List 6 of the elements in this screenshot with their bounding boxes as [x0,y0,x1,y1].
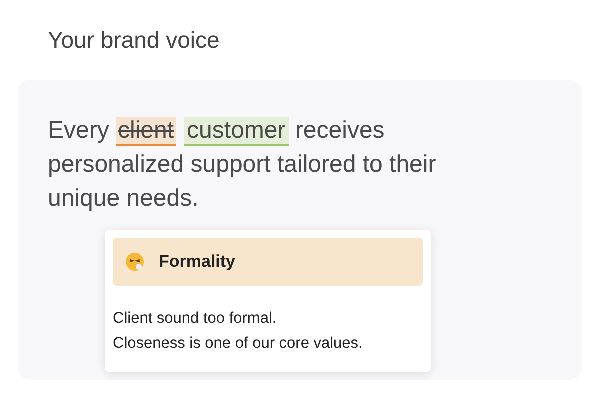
section-title: Your brand voice [47,26,221,55]
face-icon [125,252,145,272]
tooltip-text: Client sound too formal. [113,309,278,329]
suggestion-sentence: Every client customer receives personalized support tailored to their unique needs. [48,116,438,214]
tooltip-text: Closeness is one of our core values. [113,334,364,354]
tooltip-title: Formality [159,252,236,272]
